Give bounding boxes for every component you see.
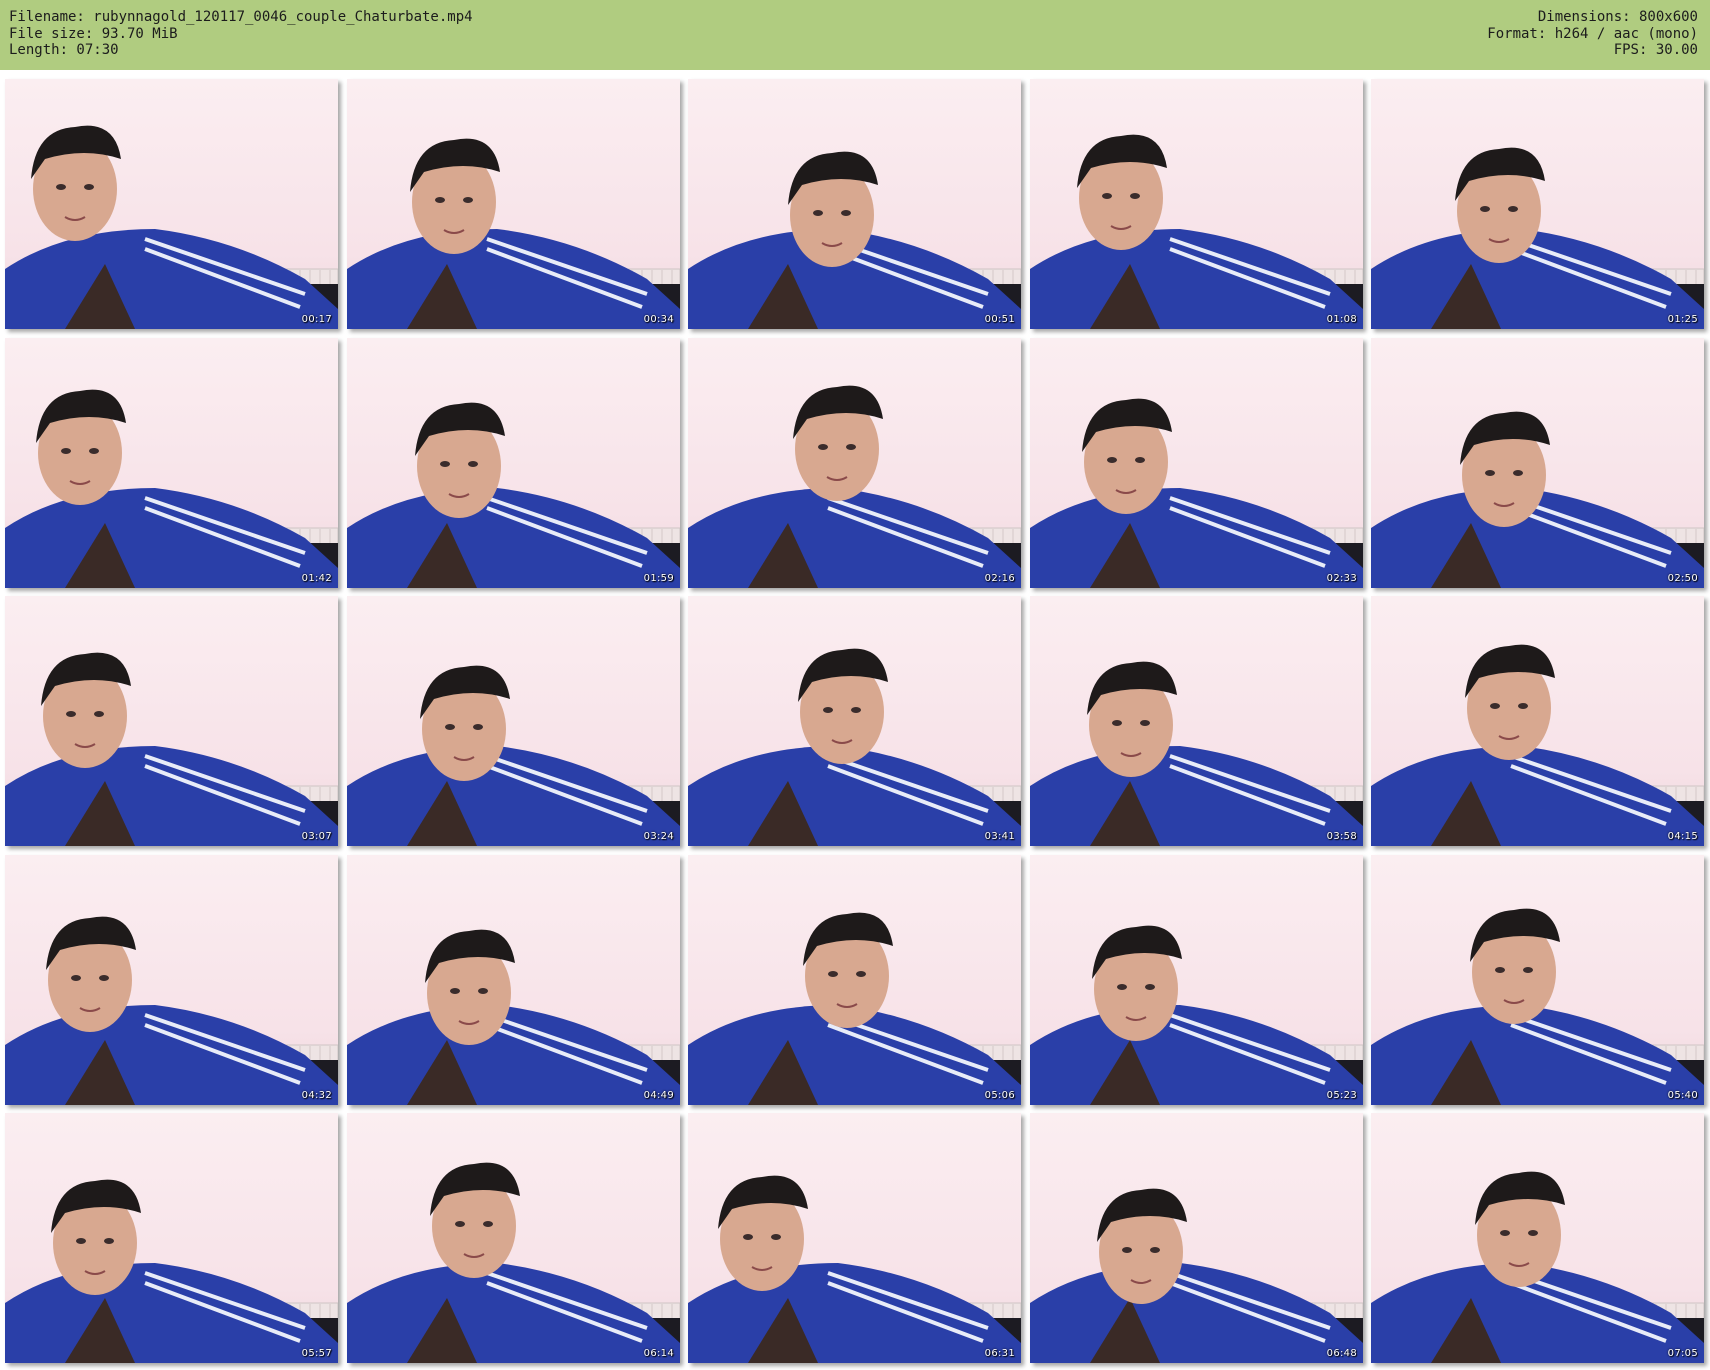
scene-illustration (5, 389, 338, 588)
thumbnail-timestamp: 03:24 (643, 831, 674, 842)
scene-illustration (347, 929, 680, 1105)
thumbnail-timestamp: 01:59 (643, 573, 674, 584)
scene-illustration (1030, 1188, 1363, 1363)
thumbnail-timestamp: 04:15 (1667, 831, 1698, 842)
format-text: Format: h264 / aac (mono) (1487, 25, 1698, 42)
scene-illustration (688, 912, 1021, 1105)
video-thumbnail: 03:41 (688, 596, 1021, 846)
thumbnail-timestamp: 01:42 (301, 573, 332, 584)
video-thumbnail: 02:16 (688, 338, 1021, 588)
video-thumbnail: 05:40 (1371, 855, 1704, 1105)
thumbnail-timestamp: 06:48 (1326, 1348, 1357, 1359)
scene-illustration (1371, 1171, 1704, 1363)
scene-illustration (1030, 398, 1363, 588)
video-thumbnail: 01:08 (1030, 79, 1363, 329)
thumbnail-timestamp: 04:32 (301, 1090, 332, 1101)
thumbnail-timestamp: 01:25 (1667, 314, 1698, 325)
scene-illustration (1371, 411, 1704, 588)
thumbnail-grid: 00:17 00:34 00:51 01:08 01:25 01:42 01:59 02:16… (5, 79, 1705, 1364)
scene-illustration (1030, 661, 1363, 846)
video-thumbnail: 06:48 (1030, 1113, 1363, 1363)
video-thumbnail: 03:58 (1030, 596, 1363, 846)
video-thumbnail: 05:57 (5, 1113, 338, 1363)
scene-illustration (5, 125, 338, 329)
thumbnail-timestamp: 03:41 (984, 831, 1015, 842)
scene-illustration (5, 1179, 338, 1363)
thumbnail-timestamp: 01:08 (1326, 314, 1357, 325)
scene-illustration (347, 138, 680, 329)
thumbnail-timestamp: 06:31 (984, 1348, 1015, 1359)
info-header: Filename: rubynnagold_120117_0046_couple… (0, 0, 1710, 70)
thumbnail-timestamp: 06:14 (643, 1348, 674, 1359)
scene-illustration (1371, 147, 1704, 329)
video-thumbnail: 00:17 (5, 79, 338, 329)
video-thumbnail: 05:23 (1030, 855, 1363, 1105)
thumbnail-timestamp: 02:50 (1667, 573, 1698, 584)
video-thumbnail: 00:34 (347, 79, 680, 329)
video-thumbnail: 04:49 (347, 855, 680, 1105)
scene-illustration (688, 648, 1021, 846)
video-thumbnail: 06:31 (688, 1113, 1021, 1363)
scene-illustration (688, 151, 1021, 329)
video-thumbnail: 03:07 (5, 596, 338, 846)
scene-illustration (5, 916, 338, 1105)
thumbnail-timestamp: 07:05 (1667, 1348, 1698, 1359)
video-thumbnail: 02:33 (1030, 338, 1363, 588)
header-left-info: Filename: rubynnagold_120117_0046_couple… (9, 9, 473, 59)
video-thumbnail: 04:15 (1371, 596, 1704, 846)
video-thumbnail: 04:32 (5, 855, 338, 1105)
scene-illustration (688, 385, 1021, 588)
video-thumbnail: 05:06 (688, 855, 1021, 1105)
scene-illustration (688, 1175, 1021, 1363)
length-text: Length: 07:30 (9, 42, 119, 58)
thumbnail-timestamp: 03:07 (301, 831, 332, 842)
fps-text: FPS: 30.00 (1613, 42, 1698, 58)
video-thumbnail: 00:51 (688, 79, 1021, 329)
scene-illustration (1030, 925, 1363, 1105)
video-thumbnail: 01:25 (1371, 79, 1704, 329)
filesize-text: File size: 93.70 MiB (9, 25, 178, 42)
scene-illustration (5, 652, 338, 846)
thumbnail-timestamp: 00:51 (984, 314, 1015, 325)
dimensions-text: Dimensions: 800x600 (1537, 9, 1698, 25)
video-thumbnail: 01:59 (347, 338, 680, 588)
video-thumbnail: 06:14 (347, 1113, 680, 1363)
thumbnail-timestamp: 05:57 (301, 1348, 332, 1359)
thumbnail-timestamp: 05:06 (984, 1090, 1015, 1101)
filename-text: Filename: rubynnagold_120117_0046_couple… (9, 9, 473, 25)
scene-illustration (1371, 644, 1704, 846)
video-thumbnail: 03:24 (347, 596, 680, 846)
thumbnail-timestamp: 02:16 (984, 573, 1015, 584)
scene-illustration (347, 402, 680, 588)
thumbnail-timestamp: 05:40 (1667, 1090, 1698, 1101)
scene-illustration (347, 665, 680, 846)
video-thumbnail: 02:50 (1371, 338, 1704, 588)
thumbnail-timestamp: 00:17 (301, 314, 332, 325)
thumbnail-timestamp: 05:23 (1326, 1090, 1357, 1101)
thumbnail-timestamp: 03:58 (1326, 831, 1357, 842)
header-right-info: Dimensions: 800x600 Format: h264 / aac (… (1487, 9, 1698, 59)
thumbnail-timestamp: 00:34 (643, 314, 674, 325)
scene-illustration (1371, 908, 1704, 1105)
video-thumbnail: 07:05 (1371, 1113, 1704, 1363)
scene-illustration (347, 1162, 680, 1363)
scene-illustration (1030, 134, 1363, 329)
thumbnail-timestamp: 02:33 (1326, 573, 1357, 584)
video-thumbnail: 01:42 (5, 338, 338, 588)
thumbnail-timestamp: 04:49 (643, 1090, 674, 1101)
